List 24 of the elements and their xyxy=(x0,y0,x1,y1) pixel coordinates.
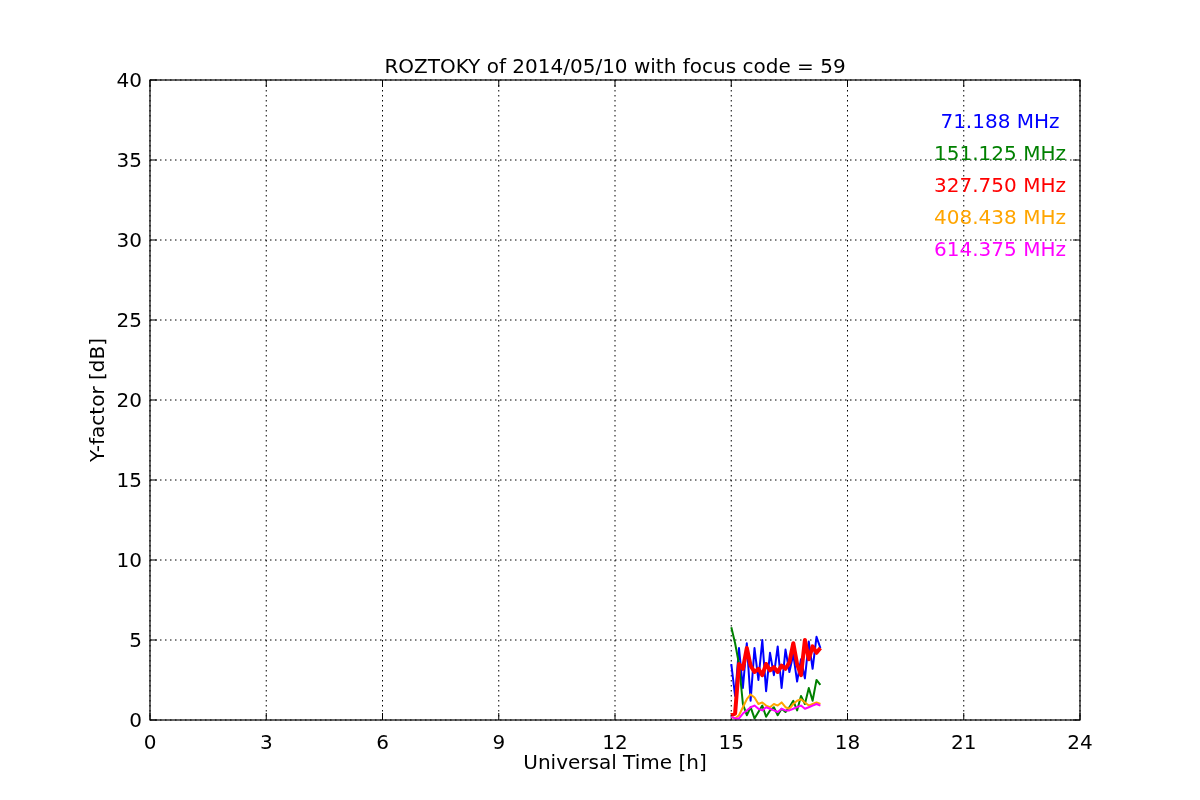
legend-label: 614.375 MHz xyxy=(934,237,1066,261)
legend-label: 408.438 MHz xyxy=(934,205,1066,229)
x-tick-label: 24 xyxy=(1067,730,1093,754)
y-tick-label: 30 xyxy=(116,228,142,252)
legend-label: 151.125 MHz xyxy=(934,141,1066,165)
y-axis-label: Y-factor [dB] xyxy=(85,338,109,462)
legend-label: 327.750 MHz xyxy=(934,173,1066,197)
y-tick-label: 40 xyxy=(116,68,142,92)
x-tick-label: 6 xyxy=(376,730,389,754)
x-tick-label: 18 xyxy=(834,730,861,754)
chart-title: ROZTOKY of 2014/05/10 with focus code = 59 xyxy=(384,54,846,78)
y-tick-label: 5 xyxy=(129,628,142,652)
y-tick-label: 20 xyxy=(116,388,142,412)
x-tick-label: 9 xyxy=(492,730,506,754)
y-tick-label: 0 xyxy=(129,708,142,732)
x-tick-label: 0 xyxy=(143,730,157,754)
y-tick-label: 10 xyxy=(116,548,142,572)
x-tick-label: 3 xyxy=(259,730,273,754)
x-tick-label: 15 xyxy=(718,730,744,754)
y-tick-label: 25 xyxy=(116,308,142,332)
y-tick-label: 15 xyxy=(116,468,142,492)
y-tick-label: 35 xyxy=(116,148,142,172)
x-tick-label: 21 xyxy=(951,730,977,754)
legend-label: 71.188 MHz xyxy=(940,109,1060,133)
